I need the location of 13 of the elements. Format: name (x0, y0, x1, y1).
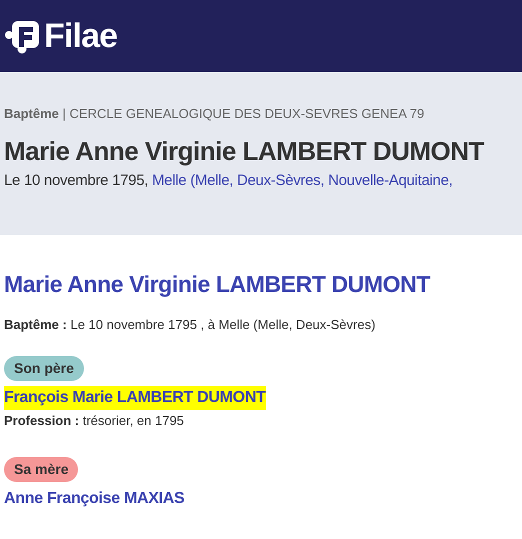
parent-name-link[interactable]: François Marie LAMBERT DUMONT (4, 386, 266, 410)
person-name[interactable]: Marie Anne Virginie LAMBERT DUMONT (4, 267, 522, 302)
relation-badge: Sa mère (4, 456, 78, 482)
place-link[interactable]: Melle (Melle, Deux-Sèvres, Nouvelle-Aquitaine, (152, 172, 452, 189)
parent-name-link[interactable]: Anne Françoise MAXIAS (4, 486, 184, 510)
logo-icon (5, 18, 41, 54)
relation-badge: Son père (4, 356, 84, 381)
logo[interactable]: Filae (5, 18, 118, 54)
event-line: Baptême : Le 10 novembre 1795 , à Melle (Melle, Deux-Sèvres) (4, 316, 376, 334)
breadcrumb: Baptême | CERCLE GENEALOGIQUE DES DEUX-SEVRES GENEA 79 (4, 105, 426, 123)
record-title: Marie Anne Virginie LAMBERT DUMONT (4, 134, 486, 167)
profession-line: Profession : trésorier, en 1795 (4, 412, 184, 430)
record-date: Le 10 novembre 1795, (4, 172, 150, 189)
